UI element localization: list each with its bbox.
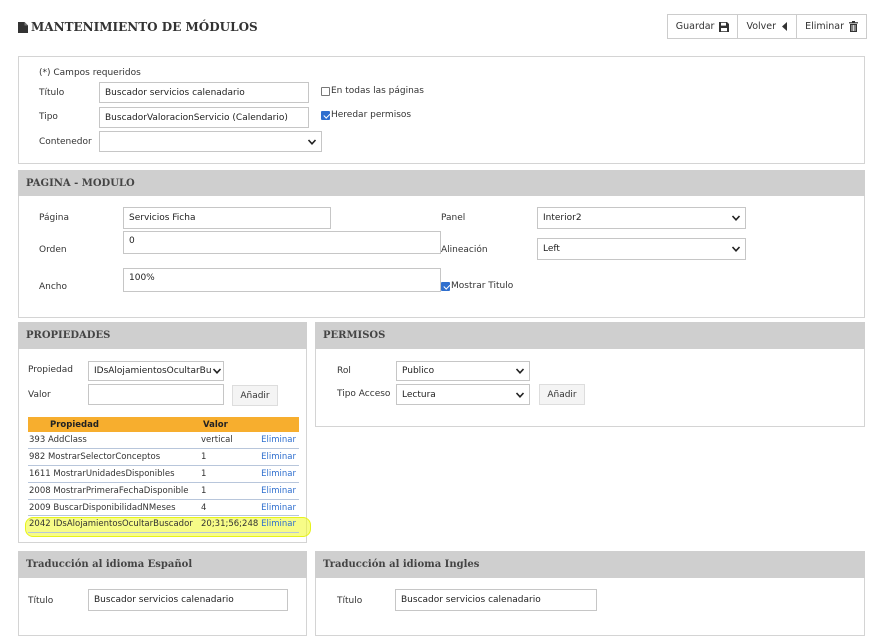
delete-property-link[interactable]: Eliminar xyxy=(260,448,299,467)
contenedor-select[interactable] xyxy=(99,131,322,152)
rol-select[interactable]: Publico xyxy=(396,361,530,381)
delete-property-link[interactable]: Eliminar xyxy=(260,465,299,483)
alineacion-select[interactable]: Left xyxy=(537,238,746,260)
propiedad-select[interactable]: IDsAlojamientosOcultarBu xyxy=(88,361,224,381)
show-title-checkbox-box[interactable] xyxy=(441,281,450,291)
show-title-label: Mostrar Titulo xyxy=(451,281,514,291)
propiedad-label: Propiedad xyxy=(28,365,73,375)
value-cell: 4 xyxy=(200,499,260,517)
orden-input[interactable]: 0 xyxy=(123,231,441,254)
chevron-down-icon xyxy=(515,368,525,374)
value-cell: vertical xyxy=(200,432,260,450)
value-cell: 20;31;56;248 xyxy=(200,515,260,534)
panel-select[interactable]: Interior2 xyxy=(537,207,746,229)
ancho-label: Ancho xyxy=(39,282,68,292)
properties-table-header: Propiedad Valor xyxy=(28,417,299,432)
table-row: 393 AddClass vertical Eliminar xyxy=(28,432,299,450)
delete-button[interactable]: Eliminar xyxy=(796,14,867,39)
value-cell: 1 xyxy=(200,465,260,483)
pagina-modulo-heading: PAGINA - MODULO xyxy=(18,170,865,196)
show-title-checkbox[interactable]: Mostrar Titulo xyxy=(441,281,513,291)
chevron-down-icon xyxy=(307,138,317,145)
tipo-acceso-select[interactable]: Lectura xyxy=(396,384,530,405)
valor-input[interactable] xyxy=(88,384,224,405)
column-header-propiedad: Propiedad xyxy=(28,417,200,432)
contenedor-label: Contenedor xyxy=(39,137,92,147)
translation-es-titulo-input[interactable]: Buscador servicios calenadario xyxy=(88,589,288,611)
properties-table: Propiedad Valor 393 AddClass vertical El… xyxy=(28,417,299,534)
toolbar: Guardar Volver Eliminar xyxy=(666,14,867,39)
ancho-input[interactable]: 100% xyxy=(123,268,441,292)
add-permission-button[interactable]: Añadir xyxy=(539,384,585,405)
property-cell: 2042 IDsAlojamientosOcultarBuscador xyxy=(28,515,200,534)
valor-label: Valor xyxy=(28,390,51,400)
inherit-permissions-checkbox-box[interactable] xyxy=(321,110,330,120)
inherit-permissions-checkbox[interactable]: Heredar permisos xyxy=(321,110,411,120)
delete-property-link[interactable]: Eliminar xyxy=(260,515,299,534)
translation-en-heading: Traducción al idioma Ingles xyxy=(315,551,865,578)
tipo-label: Tipo xyxy=(39,112,58,122)
table-row: 2042 IDsAlojamientosOcultarBuscador 20;3… xyxy=(28,515,299,534)
translation-en-titulo-label: Título xyxy=(337,596,363,606)
chevron-down-icon xyxy=(212,368,221,374)
rol-label: Rol xyxy=(337,366,351,376)
pagina-label: Página xyxy=(39,213,69,223)
chevron-down-icon xyxy=(731,215,741,221)
all-pages-checkbox-box[interactable] xyxy=(321,86,330,96)
property-cell: 2008 MostrarPrimeraFechaDisponible xyxy=(28,482,200,500)
value-cell: 1 xyxy=(200,482,260,500)
table-row: 2009 BuscarDisponibilidadNMeses 4 Elimin… xyxy=(28,499,299,517)
permisos-heading: PERMISOS xyxy=(315,322,865,349)
required-note: (*) Campos requeridos xyxy=(39,68,141,78)
orden-label: Orden xyxy=(39,245,67,255)
save-button[interactable]: Guardar xyxy=(666,14,739,39)
panel-label: Panel xyxy=(441,213,466,223)
column-header-actions xyxy=(260,417,299,432)
table-row: 2008 MostrarPrimeraFechaDisponible 1 Eli… xyxy=(28,482,299,500)
alineacion-label: Alineación xyxy=(441,245,488,255)
translation-es-titulo-label: Título xyxy=(28,596,54,606)
propiedades-heading: PROPIEDADES xyxy=(18,322,307,349)
property-cell: 2009 BuscarDisponibilidadNMeses xyxy=(28,499,200,517)
delete-property-link[interactable]: Eliminar xyxy=(260,482,299,500)
table-row: 1611 MostrarUnidadesDisponibles 1 Elimin… xyxy=(28,465,299,483)
column-header-valor: Valor xyxy=(200,417,260,432)
delete-property-link[interactable]: Eliminar xyxy=(260,432,299,450)
all-pages-label: En todas las páginas xyxy=(331,86,424,96)
back-button[interactable]: Volver xyxy=(737,14,798,39)
caret-left-icon xyxy=(782,22,788,31)
property-cell: 393 AddClass xyxy=(28,432,200,450)
titulo-label: Título xyxy=(39,88,65,98)
page-title: MANTENIMIENTO DE MÓDULOS xyxy=(31,20,258,34)
all-pages-checkbox[interactable]: En todas las páginas xyxy=(321,86,424,96)
tipo-input[interactable]: BuscadorValoracionServicio (Calendario) xyxy=(99,107,309,128)
value-cell: 1 xyxy=(200,448,260,467)
tipo-acceso-label: Tipo Acceso xyxy=(337,389,391,399)
document-icon xyxy=(18,21,28,33)
floppy-icon xyxy=(719,21,730,32)
trash-icon xyxy=(849,21,858,32)
property-cell: 1611 MostrarUnidadesDisponibles xyxy=(28,465,200,483)
pagina-input[interactable]: Servicios Ficha xyxy=(123,207,331,229)
titulo-input[interactable]: Buscador servicios calenadario xyxy=(99,82,309,103)
table-row: 982 MostrarSelectorConceptos 1 Eliminar xyxy=(28,448,299,467)
translation-es-heading: Traducción al idioma Español xyxy=(18,551,307,578)
delete-property-link[interactable]: Eliminar xyxy=(260,499,299,517)
translation-en-titulo-input[interactable]: Buscador servicios calenadario xyxy=(395,589,597,611)
property-cell: 982 MostrarSelectorConceptos xyxy=(28,448,200,467)
chevron-down-icon xyxy=(731,246,741,252)
inherit-permissions-label: Heredar permisos xyxy=(331,110,412,120)
chevron-down-icon xyxy=(515,391,525,398)
add-property-button[interactable]: Añadir xyxy=(232,385,278,406)
page-title-row: MANTENIMIENTO DE MÓDULOS xyxy=(18,20,258,34)
